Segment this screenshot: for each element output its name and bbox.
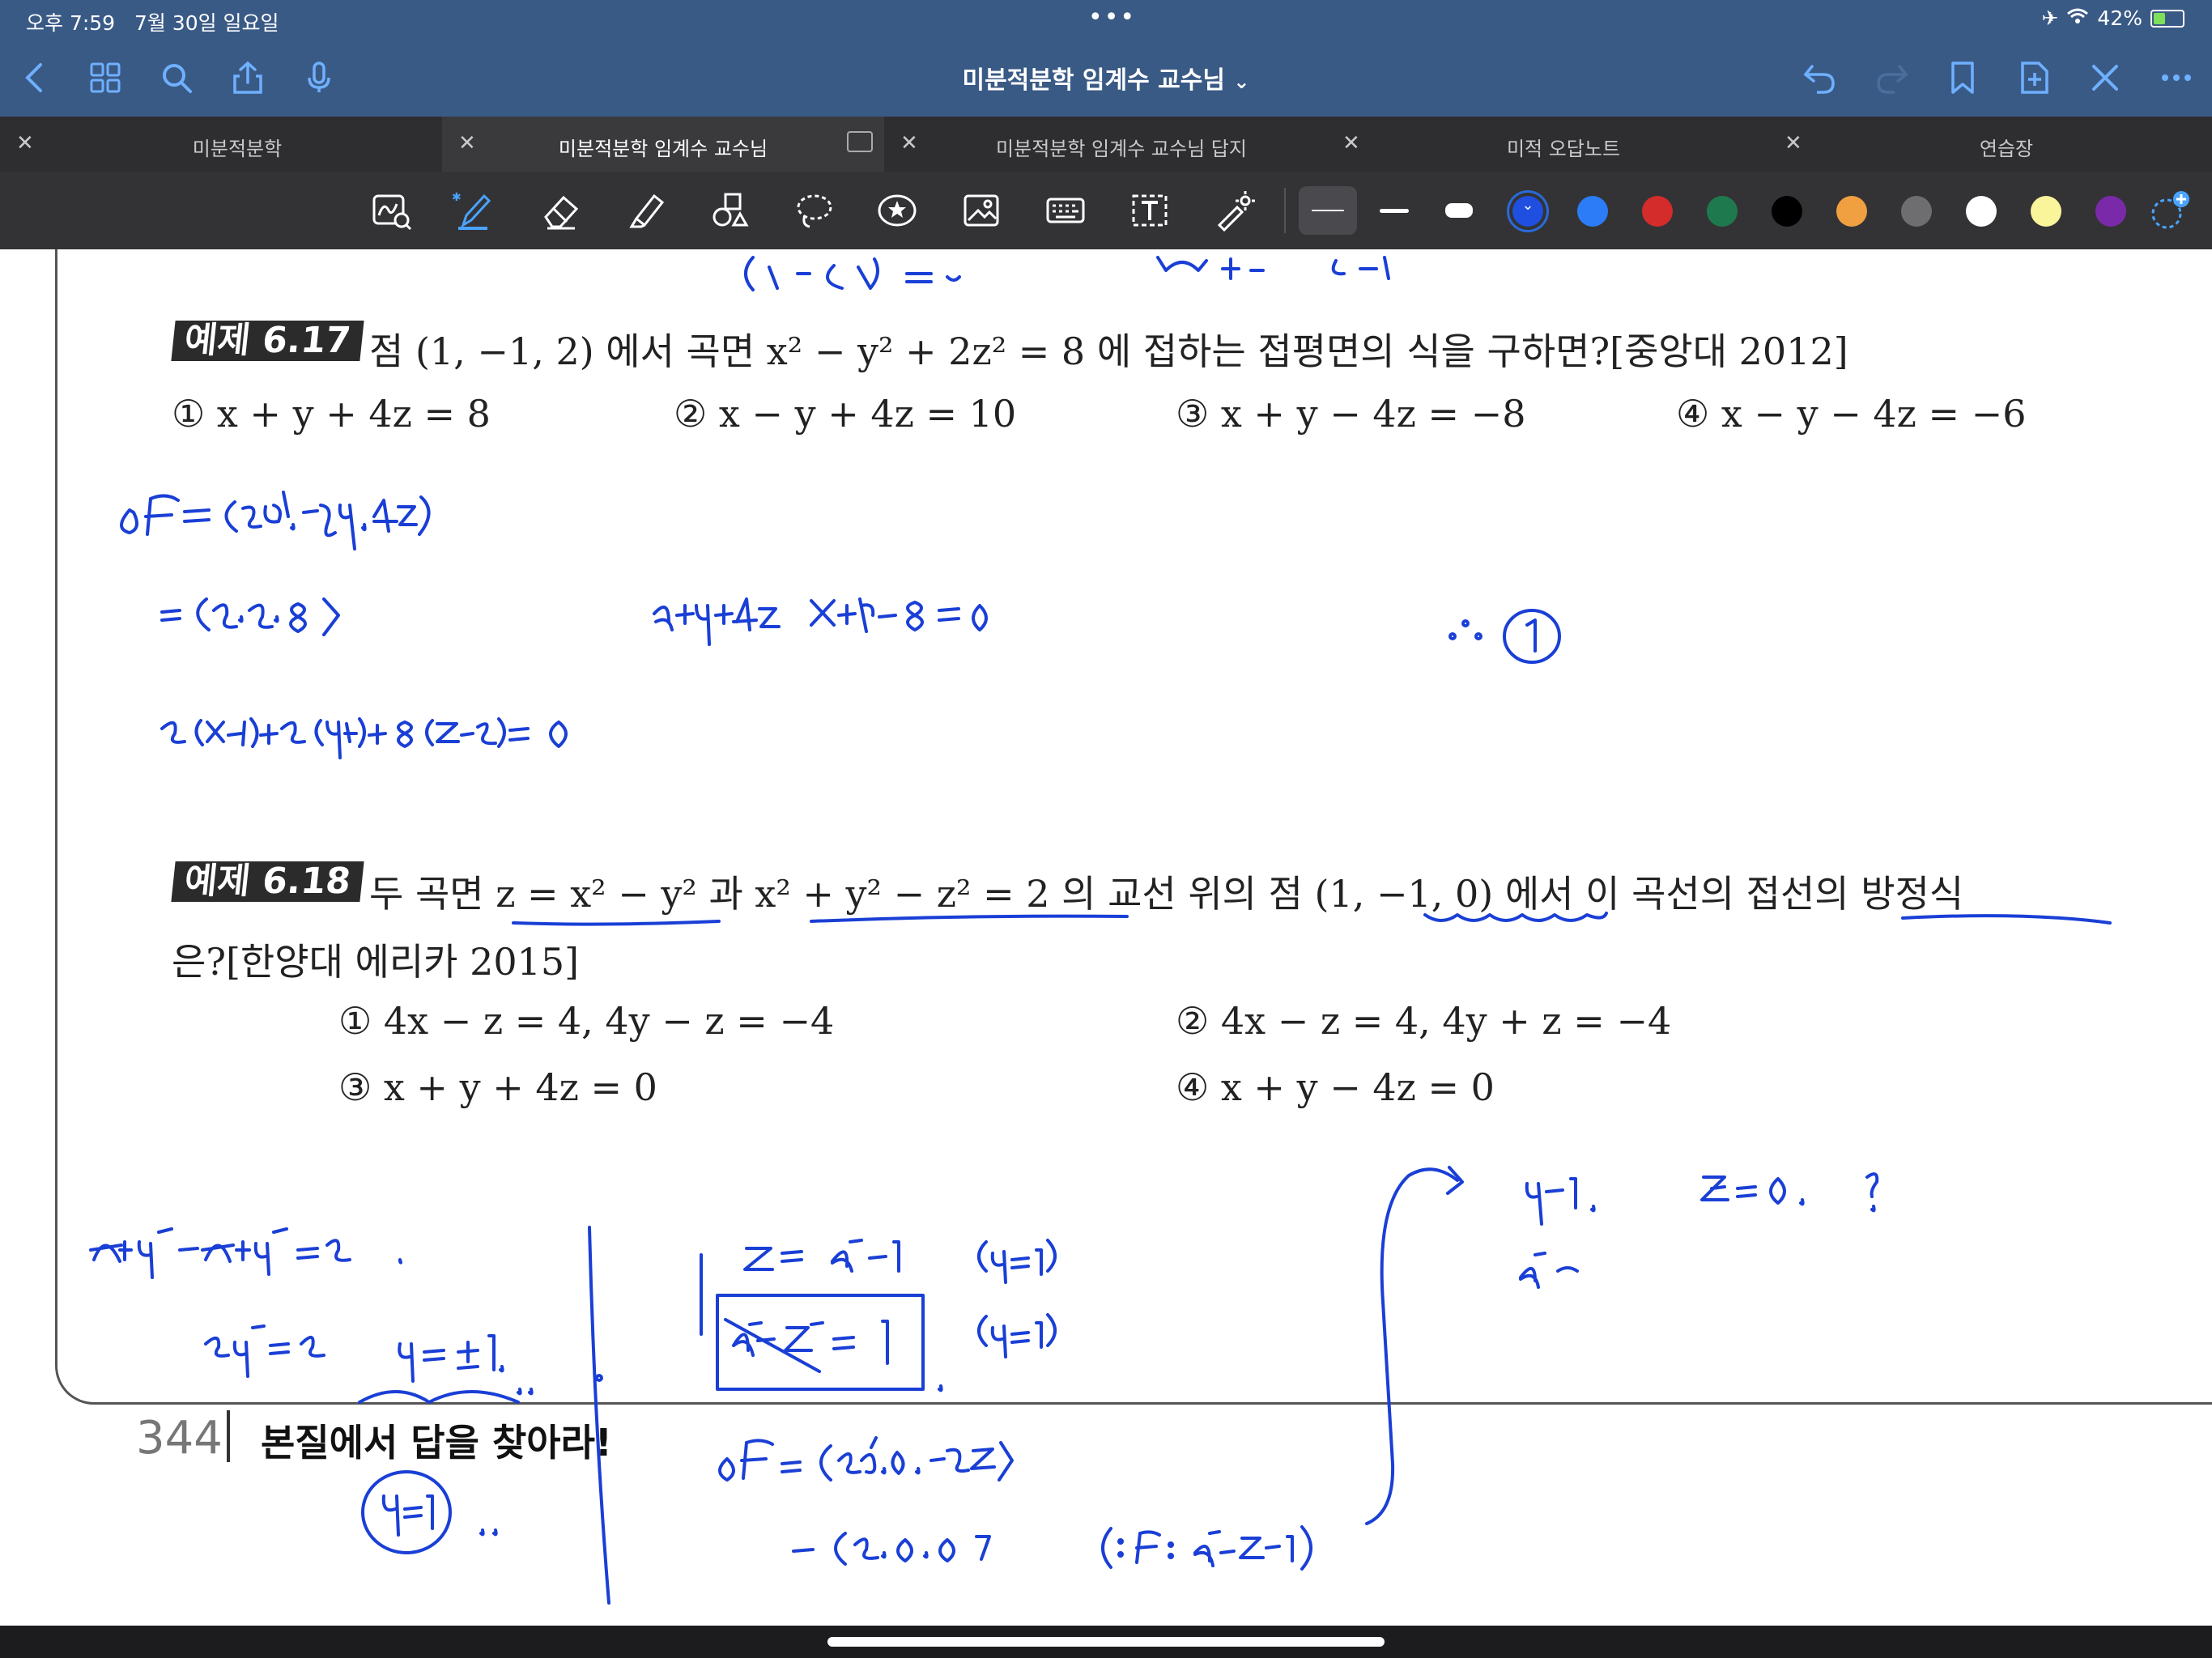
lasso-icon[interactable] [789,185,840,236]
bookmark-icon[interactable] [1938,53,1987,102]
nav-bar: 미분적분학 임계수 교수님 ⌄ [0,39,2212,117]
home-indicator[interactable] [827,1637,1385,1647]
choice-6-17-4: ④ x − y − 4z = −6 [1676,392,2027,436]
stroke-medium-option[interactable] [1365,186,1423,235]
ink-gradient-6-18 [718,1436,1014,1482]
close-tab-icon[interactable]: ✕ [1784,131,1802,155]
tab-label: 연습장 [1979,138,2034,160]
color-swatch-blue[interactable] [1577,196,1608,227]
tab-calculus-professor[interactable]: ✕ 미분적분학 임계수 교수님 [442,117,884,172]
highlighter-icon[interactable] [620,185,672,236]
close-tab-icon[interactable]: ✕ [900,131,918,155]
choice-6-18-2: ② 4x − z = 4, 4y + z = −4 [1176,999,1672,1043]
close-tab-icon[interactable]: ✕ [16,131,34,155]
tab-wrong-answer-notes[interactable]: ✕ 미적 오답노트 [1326,117,1768,172]
shapes-icon[interactable] [704,185,756,236]
battery-icon [2150,9,2184,28]
stroke-thick-preview [1445,203,1473,218]
choice-6-18-1: ① 4x − z = 4, 4y − z = −4 [338,999,835,1043]
laser-pointer-icon[interactable] [1208,185,1260,236]
color-swatch-yellow[interactable] [2031,196,2061,227]
ink-scratch-circled-y [361,1470,498,1554]
status-time: 오후 7:59 [26,11,116,35]
toolbar-divider [1284,188,1286,233]
page-slogan: 본질에서 답을 찾아라! [261,1421,612,1465]
redo-icon[interactable] [1867,53,1916,102]
ink-gradient-6-18-value [792,1532,991,1566]
add-page-icon[interactable] [2010,53,2058,102]
color-swatch-dark-blue[interactable] [1512,196,1543,227]
svg-text:✱: ✱ [452,191,462,204]
airplane-icon: ✈ [2041,6,2059,30]
color-swatch-gray[interactable] [1901,196,1932,227]
problem-text-6-18-line1: 두 곡면 z = x² − y² 과 x² + y² − z² = 2 의 교선… [369,872,1964,916]
status-time-date: 오후 7:59 7월 30일 일요일 [26,7,279,36]
close-pen-icon[interactable] [2081,53,2129,102]
notebook-page[interactable]: 예제 6.17 점 (1, −1, 2) 에서 곡면 x² − y² + 2z²… [0,249,2212,1626]
color-swatch-green[interactable] [1707,196,1738,227]
stroke-medium-preview [1380,208,1409,213]
choice-6-17-1: ① x + y + 4z = 8 [172,392,491,436]
problem-label-6-17: 예제 6.17 [171,320,364,361]
ink-level-surface-note [1101,1525,1312,1571]
eraser-icon[interactable] [534,185,586,236]
tab-bar: ✕ 미분적분학 ✕ 미분적분학 임계수 교수님 ✕ 미분적분학 임계수 교수님 … [0,117,2212,172]
more-options-icon[interactable] [2152,53,2201,102]
choice-6-17-3: ③ x + y − 4z = −8 [1176,392,1526,436]
tab-label: 미분적분학 임계수 교수님 [558,138,768,160]
status-date: 7월 30일 일요일 [134,11,279,35]
status-bar: 오후 7:59 7월 30일 일요일 ••• ✈ 42% [0,0,2212,39]
stroke-thick-option[interactable] [1430,186,1488,235]
tab-label: 미분적분학 [192,138,283,160]
color-swatch-white[interactable] [1966,196,1997,227]
text-box-icon[interactable] [1124,185,1176,236]
wifi-icon [2066,6,2089,30]
problem-text-6-17: 점 (1, −1, 2) 에서 곡면 x² − y² + 2z² = 8 에 접… [369,329,1848,373]
tab-calculus[interactable]: ✕ 미분적분학 [0,117,442,172]
document-title-text: 미분적분학 임계수 교수님 [962,66,1225,95]
page-number: 344 [136,1412,223,1465]
undo-icon[interactable] [1796,53,1844,102]
tab-calculus-answers[interactable]: ✕ 미분적분학 임계수 교수님 답지 [884,117,1326,172]
stroke-thin-preview [1312,210,1344,211]
chevron-down-icon: ⌄ [1233,70,1250,93]
battery-fill [2154,12,2165,24]
choice-6-17-2: ② x − y + 4z = 10 [674,392,1017,436]
choice-6-18-4: ④ x + y − 4z = 0 [1176,1065,1495,1109]
battery-percent: 42% [2097,6,2142,30]
home-indicator-area [0,1626,2212,1658]
choice-6-18-3: ③ x + y + 4z = 0 [338,1065,657,1109]
tab-label: 미적 오답노트 [1506,138,1621,160]
image-icon[interactable] [955,185,1007,236]
color-swatch-purple[interactable] [2095,196,2126,227]
stroke-thin-option[interactable] [1299,186,1357,235]
keyboard-icon[interactable] [1040,185,1091,236]
tab-practice-pad[interactable]: ✕ 연습장 [1768,117,2212,172]
problem-label-6-18: 예제 6.18 [171,861,364,902]
close-tab-icon[interactable]: ✕ [1342,131,1360,155]
add-color-icon[interactable] [2144,185,2196,236]
zoom-window-icon[interactable] [366,185,418,236]
pen-tool-icon[interactable]: ✱ [447,185,499,236]
status-right: ✈ 42% [2041,6,2184,30]
color-swatch-orange[interactable] [1836,196,1867,227]
drawing-toolbar: ✱ [0,172,2212,249]
split-view-icon[interactable] [847,131,873,152]
color-swatch-red[interactable] [1642,196,1673,227]
problem-text-6-18-line2: 은?[한양대 에리카 2015] [172,940,580,984]
tab-label: 미분적분학 임계수 교수님 답지 [996,138,1247,160]
close-tab-icon[interactable]: ✕ [458,131,476,155]
color-swatch-black[interactable] [1772,196,1802,227]
multitask-dots[interactable]: ••• [1088,3,1136,32]
footer-divider [227,1410,230,1462]
sticker-icon[interactable] [871,185,923,236]
